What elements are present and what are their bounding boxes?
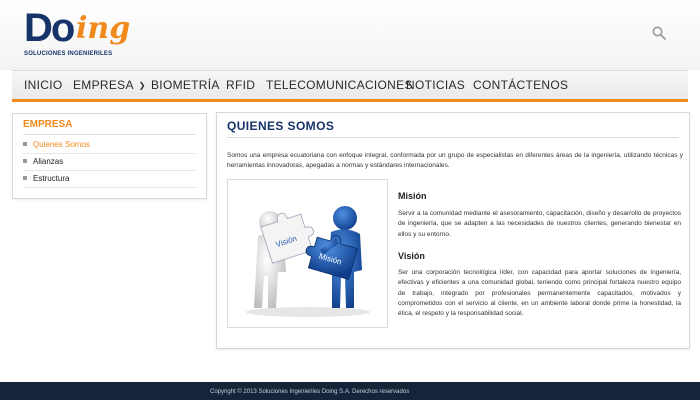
site-header: Do ing SOLUCIONES INGENIERILES xyxy=(0,0,700,70)
sidebar-item-label: Estructura xyxy=(33,174,70,183)
nav-item-biometria[interactable]: BIOMETRÍA xyxy=(151,71,220,99)
intro-paragraph: Somos una empresa ecuatoriana con enfoqu… xyxy=(227,152,683,169)
footer-copyright: Copyright © 2013 Soluciones Ingenieriles… xyxy=(210,389,410,395)
vision-heading: Visión xyxy=(398,251,425,261)
puzzle-figures-image: Visión Misión xyxy=(246,206,370,317)
bullet-icon xyxy=(23,176,27,181)
nav-item-contactenos[interactable]: CONTÁCTENOS xyxy=(473,71,568,99)
chevron-down-icon: ❯ xyxy=(138,81,146,90)
mision-paragraph: Servir a la comunidad mediante el asesor… xyxy=(398,210,681,238)
sidebar: EMPRESA Quienes Somos Alianzas Estructur… xyxy=(12,113,207,199)
vision-paragraph: Ser una corporación tecnológica líder, c… xyxy=(398,269,681,318)
page-title: QUIENES SOMOS xyxy=(227,119,335,133)
mission-vision-illustration: Visión Misión xyxy=(227,179,388,328)
search-icon[interactable] xyxy=(652,26,666,40)
main-nav: INICIO EMPRESA ❯ BIOMETRÍA RFID TELECOMUN… xyxy=(12,70,688,102)
main-content: QUIENES SOMOS Somos una empresa ecuatori… xyxy=(216,112,690,349)
mision-heading: Misión xyxy=(398,191,427,201)
logo-tagline: SOLUCIONES INGENIERILES xyxy=(24,51,113,57)
sidebar-divider xyxy=(23,134,196,135)
title-divider xyxy=(227,137,679,138)
nav-item-empresa-label: EMPRESA xyxy=(73,78,134,92)
logo-main-text: Do xyxy=(24,6,75,50)
sidebar-item-label: Alianzas xyxy=(33,157,64,166)
nav-item-rfid[interactable]: RFID xyxy=(226,71,255,99)
sidebar-title: EMPRESA xyxy=(23,119,73,130)
nav-item-empresa[interactable]: EMPRESA ❯ xyxy=(73,71,146,99)
logo-script-text: ing xyxy=(76,11,131,46)
sidebar-item-alianzas[interactable]: Alianzas xyxy=(23,154,196,171)
site-logo[interactable]: Do ing SOLUCIONES INGENIERILES xyxy=(24,6,144,66)
sidebar-item-estructura[interactable]: Estructura xyxy=(23,171,196,188)
sidebar-item-quienes-somos[interactable]: Quienes Somos xyxy=(23,137,196,154)
nav-item-telecomunicaciones[interactable]: TELECOMUNICACIONES xyxy=(266,71,413,99)
nav-item-inicio[interactable]: INICIO xyxy=(24,71,62,99)
bullet-icon xyxy=(23,142,27,147)
sidebar-item-label: Quienes Somos xyxy=(33,140,90,149)
site-footer: Copyright © 2013 Soluciones Ingenieriles… xyxy=(0,382,700,400)
bullet-icon xyxy=(23,159,27,164)
nav-item-noticias[interactable]: NOTICIAS xyxy=(406,71,465,99)
